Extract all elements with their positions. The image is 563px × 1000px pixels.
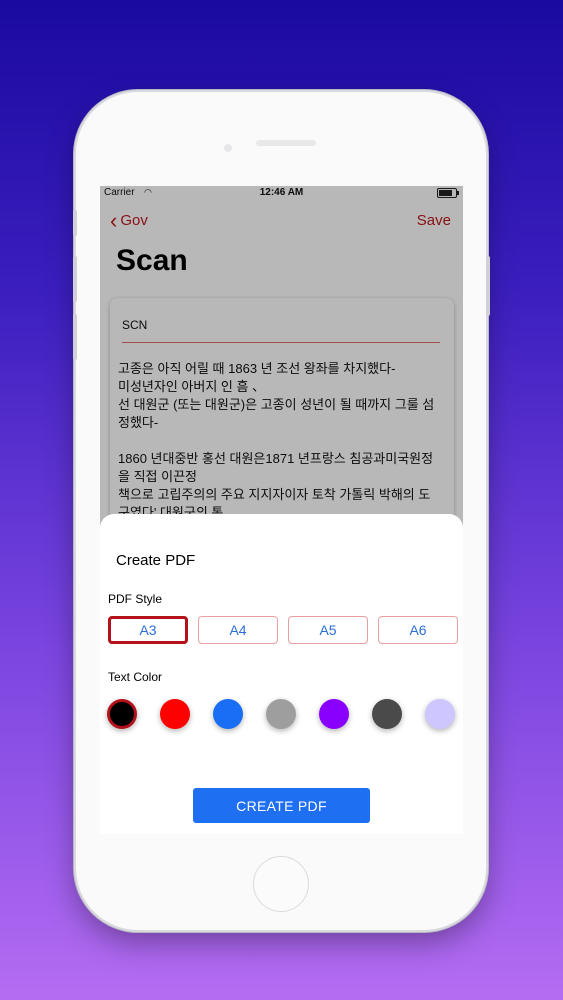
speaker-grille — [256, 140, 316, 146]
style-a3-button[interactable]: A3 — [108, 616, 188, 644]
home-button[interactable] — [253, 856, 309, 912]
color-swatch-purple[interactable] — [319, 699, 349, 729]
color-swatch-blue[interactable] — [213, 699, 243, 729]
pdf-style-options: A3 A4 A5 A6 — [108, 616, 458, 644]
create-pdf-sheet: Create PDF PDF Style A3 A4 A5 A6 Text Co… — [100, 514, 463, 834]
text-color-label: Text Color — [108, 670, 163, 684]
power-button — [486, 256, 490, 316]
color-swatch-dark-gray[interactable] — [372, 699, 402, 729]
sheet-title: Create PDF — [116, 552, 196, 569]
front-camera — [224, 144, 232, 152]
style-a5-button[interactable]: A5 — [288, 616, 368, 644]
text-color-options — [107, 699, 457, 731]
volume-down-button — [73, 314, 77, 360]
color-swatch-lavender[interactable] — [425, 699, 455, 729]
app-screen: Carrier ◠ 12:46 AM ‹ Gov Save Scan SCN 고… — [100, 186, 463, 834]
volume-up-button — [73, 256, 77, 302]
color-swatch-gray[interactable] — [266, 699, 296, 729]
style-a4-button[interactable]: A4 — [198, 616, 278, 644]
pdf-style-label: PDF Style — [108, 592, 163, 606]
color-swatch-black[interactable] — [107, 699, 137, 729]
mute-switch — [73, 210, 77, 236]
create-pdf-button[interactable]: CREATE PDF — [193, 788, 370, 823]
style-a6-button[interactable]: A6 — [378, 616, 458, 644]
color-swatch-red[interactable] — [160, 699, 190, 729]
